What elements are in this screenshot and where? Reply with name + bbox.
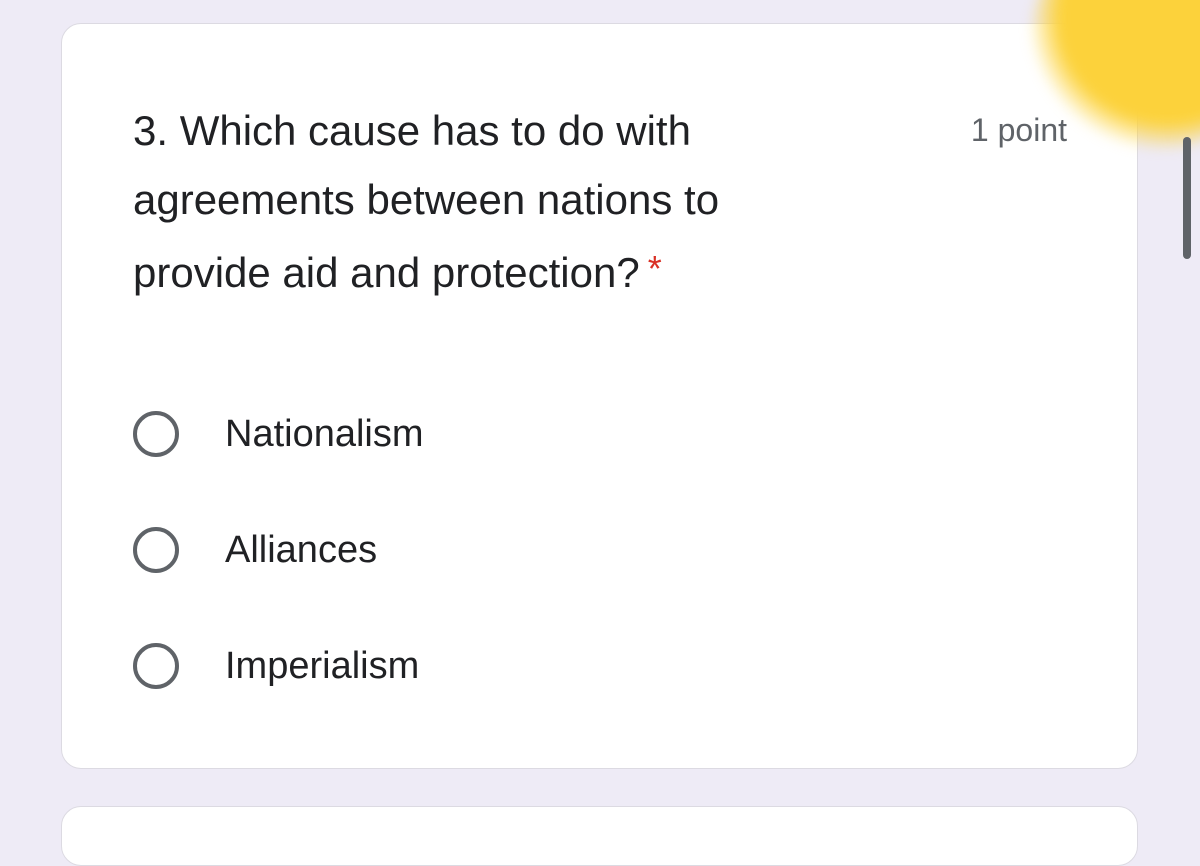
question-title: 3. Which cause has to do with agreements… — [133, 96, 853, 307]
points-label: 1 point — [970, 112, 1067, 148]
option-imperialism[interactable]: Imperialism — [133, 608, 424, 724]
radio-button-icon[interactable] — [133, 527, 179, 573]
option-nationalism[interactable]: Nationalism — [133, 376, 424, 492]
question-text: 3. Which cause has to do with agreements… — [133, 107, 720, 296]
answer-options: Nationalism Alliances Imperialism — [133, 376, 424, 724]
option-label: Nationalism — [225, 413, 424, 455]
required-marker: * — [647, 248, 662, 289]
radio-button-icon[interactable] — [133, 643, 179, 689]
next-question-card — [61, 806, 1138, 866]
question-card: 3. Which cause has to do with agreements… — [61, 23, 1138, 769]
radio-button-icon[interactable] — [133, 411, 179, 457]
scrollbar-thumb[interactable] — [1183, 137, 1191, 259]
option-label: Imperialism — [225, 645, 420, 687]
option-label: Alliances — [225, 529, 378, 571]
option-alliances[interactable]: Alliances — [133, 492, 424, 608]
